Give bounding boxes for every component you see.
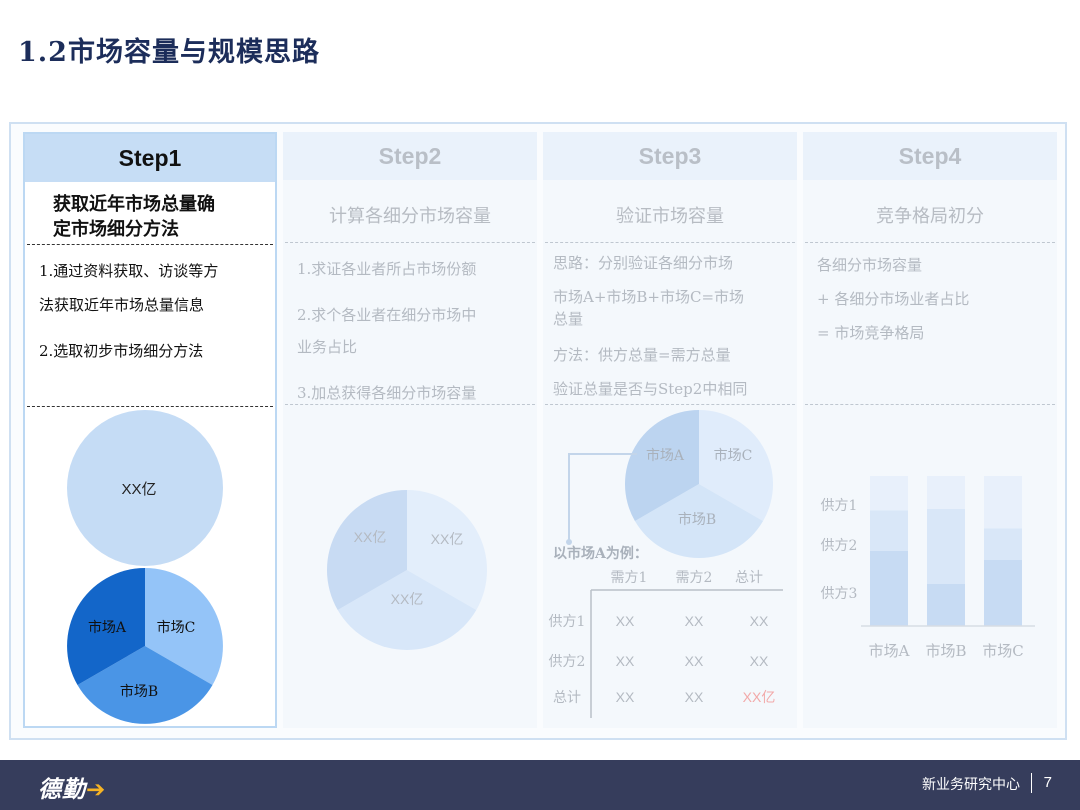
step3-pie-label-a: 市场A [646,447,685,464]
bar-segment-2-2 [927,509,965,584]
pie-label-b: 市场B [120,683,158,700]
step1-graphics: XX亿 市场A 市场C 市场B [67,410,223,724]
logo-arrow-icon: ➔ [86,777,107,803]
step4-row-label-2: 供方2 [821,538,858,554]
circle-label: XX亿 [121,481,156,498]
step3-example-label: 以市场A为例： [553,545,648,562]
bar-segment-3-3 [984,560,1022,626]
deloitte-logo: 德勤➔ [38,770,106,804]
step4-graphics: 供方1 供方2 供方3 市场A 市场B 市场C [821,476,1035,660]
step4-category-a: 市场A [869,642,910,660]
step3-cell-1-1: XX [616,613,635,629]
step3-row-header-3: 总计 [553,690,581,706]
step3-cell-1-2: XX [685,613,704,629]
bar-segment-2-1 [927,476,965,509]
step3-pie-label-b: 市场B [678,511,716,528]
step3-cell-2-3: XX [750,653,769,669]
step3-cell-3-1: XX [616,689,635,705]
bar-segment-1-1 [870,476,908,511]
step2-pie-label-2: XX亿 [431,531,464,547]
step3-row-header-2: 供方2 [549,654,586,670]
pie-label-c: 市场C [157,619,196,636]
step3-col-header-3: 总计 [735,570,763,586]
step2-column: Step2 计算各细分市场容量 1.求证各业者所占市场份额 2.求个各业者在细分… [283,132,537,728]
step3-connector-dot [566,539,572,545]
step3-col-header-2: 需方2 [676,570,713,586]
step2-graphics: XX亿 XX亿 XX亿 [326,490,488,651]
step3-cell-3-3: XX亿 [743,689,776,705]
step3-row-header-1: 供方1 [549,614,586,630]
step3-cell-3-2: XX [685,689,704,705]
step1-column: Step1 获取近年市场总量确 定市场细分方法 1.通过资料获取、访谈等方 法获… [23,132,277,728]
bar-segment-3-2 [984,528,1022,560]
step4-row-label-1: 供方1 [821,498,858,514]
step4-category-c: 市场C [982,642,1023,660]
bar-segment-1-3 [870,551,908,626]
footer-separator [1030,773,1032,793]
step3-col-header-1: 需方1 [611,570,648,586]
step3-cell-1-3: XX [750,613,769,629]
bar-segment-1-2 [870,510,908,551]
step3-cell-2-2: XX [685,653,704,669]
step2-pie-label-1: XX亿 [354,529,387,545]
step4-category-b: 市场B [925,642,966,660]
step3-graphics: 市场A 市场C 市场B 以市场A为例： 需方1 需方2 总计 供方1 供方2 总… [549,409,783,718]
step2-pie-label-3: XX亿 [391,591,424,607]
step3-cell-2-1: XX [616,653,635,669]
step4-bars [870,476,1022,626]
step3-pie-label-c: 市场C [714,447,753,464]
logo-text: 德勤 [38,777,86,803]
page-number: 7 [1043,774,1052,791]
step3-column: Step3 验证市场容量 思路：分别验证各细分市场 市场A+市场B+市场C=市场… [543,132,797,728]
pie-label-a: 市场A [88,619,127,636]
bar-segment-2-3 [927,584,965,626]
footer-department: 新业务研究中心 [922,777,1020,793]
step4-column: Step4 竞争格局初分 各细分市场容量 + 各细分市场业者占比 = 市场竞争格… [803,132,1057,728]
footer-bar: 德勤➔ 新业务研究中心 7 [0,760,1080,810]
page-title: 1.2市场容量与规模思路 [18,37,320,68]
step4-row-label-3: 供方3 [821,586,858,602]
bar-segment-3-1 [984,476,1022,529]
